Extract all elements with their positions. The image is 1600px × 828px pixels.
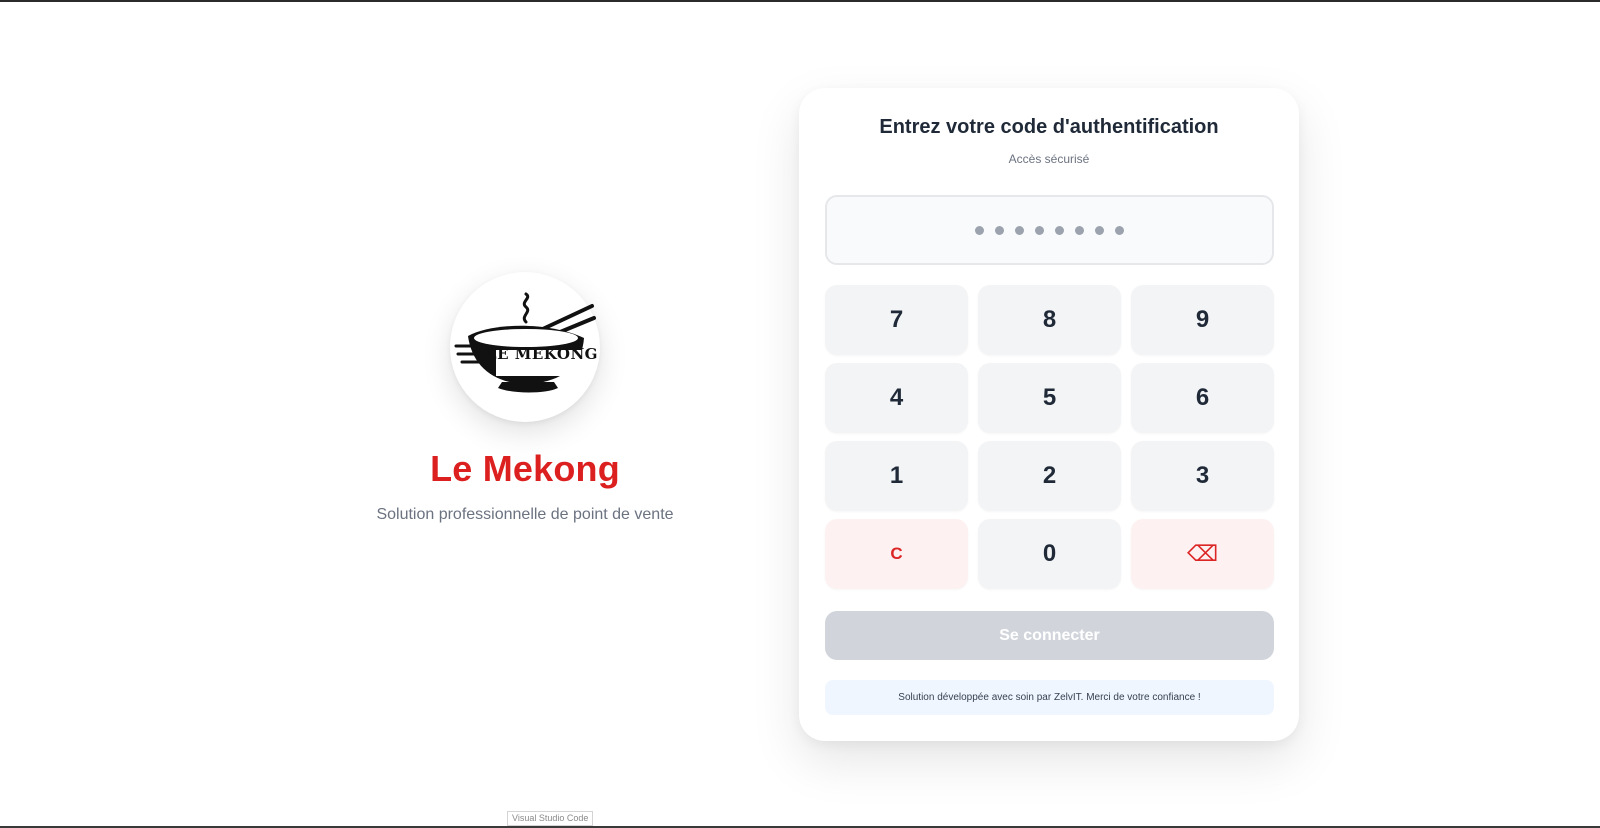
- brand-panel: Le Mekong Solution professionnelle de po…: [320, 272, 730, 524]
- logo-lettering: LE MEKONG: [486, 345, 598, 363]
- clear-button[interactable]: C: [825, 519, 968, 589]
- code-placeholder-dot: [1095, 225, 1104, 235]
- key-1[interactable]: 1: [825, 441, 968, 511]
- key-9[interactable]: 9: [1131, 285, 1274, 355]
- code-placeholder-dot: [1115, 225, 1124, 235]
- code-input[interactable]: [825, 195, 1274, 265]
- code-placeholder-dot: [1015, 225, 1024, 235]
- code-placeholder-dot: [1035, 225, 1044, 235]
- key-2[interactable]: 2: [978, 441, 1121, 511]
- login-button[interactable]: Se connecter: [825, 611, 1274, 660]
- code-placeholder-dot: [1075, 225, 1084, 235]
- key-5[interactable]: 5: [978, 363, 1121, 433]
- code-placeholder-dot: [1055, 225, 1064, 235]
- auth-subtitle: Accès sécurisé: [1008, 152, 1090, 166]
- backspace-button[interactable]: ⌫: [1131, 519, 1274, 589]
- auth-title: Entrez votre code d'authentification: [879, 116, 1219, 138]
- key-7[interactable]: 7: [825, 285, 968, 355]
- code-placeholder-dot: [975, 225, 984, 235]
- credits-note: Solution développée avec soin par ZelvIT…: [825, 680, 1274, 715]
- code-placeholder-dot: [995, 225, 1004, 235]
- taskbar-tooltip: Visual Studio Code: [507, 811, 594, 826]
- brand-name: Le Mekong: [430, 448, 620, 489]
- window-top-border: [0, 0, 1600, 2]
- numeric-keypad: 7 8 9 4 5 6 1 2 3 C 0 ⌫: [825, 285, 1274, 589]
- key-4[interactable]: 4: [825, 363, 968, 433]
- key-0[interactable]: 0: [978, 519, 1121, 589]
- key-3[interactable]: 3: [1131, 441, 1274, 511]
- brand-tagline: Solution professionnelle de point de ven…: [376, 506, 674, 523]
- key-8[interactable]: 8: [978, 285, 1121, 355]
- key-6[interactable]: 6: [1131, 363, 1274, 433]
- auth-card: Entrez votre code d'authentification Acc…: [799, 88, 1299, 741]
